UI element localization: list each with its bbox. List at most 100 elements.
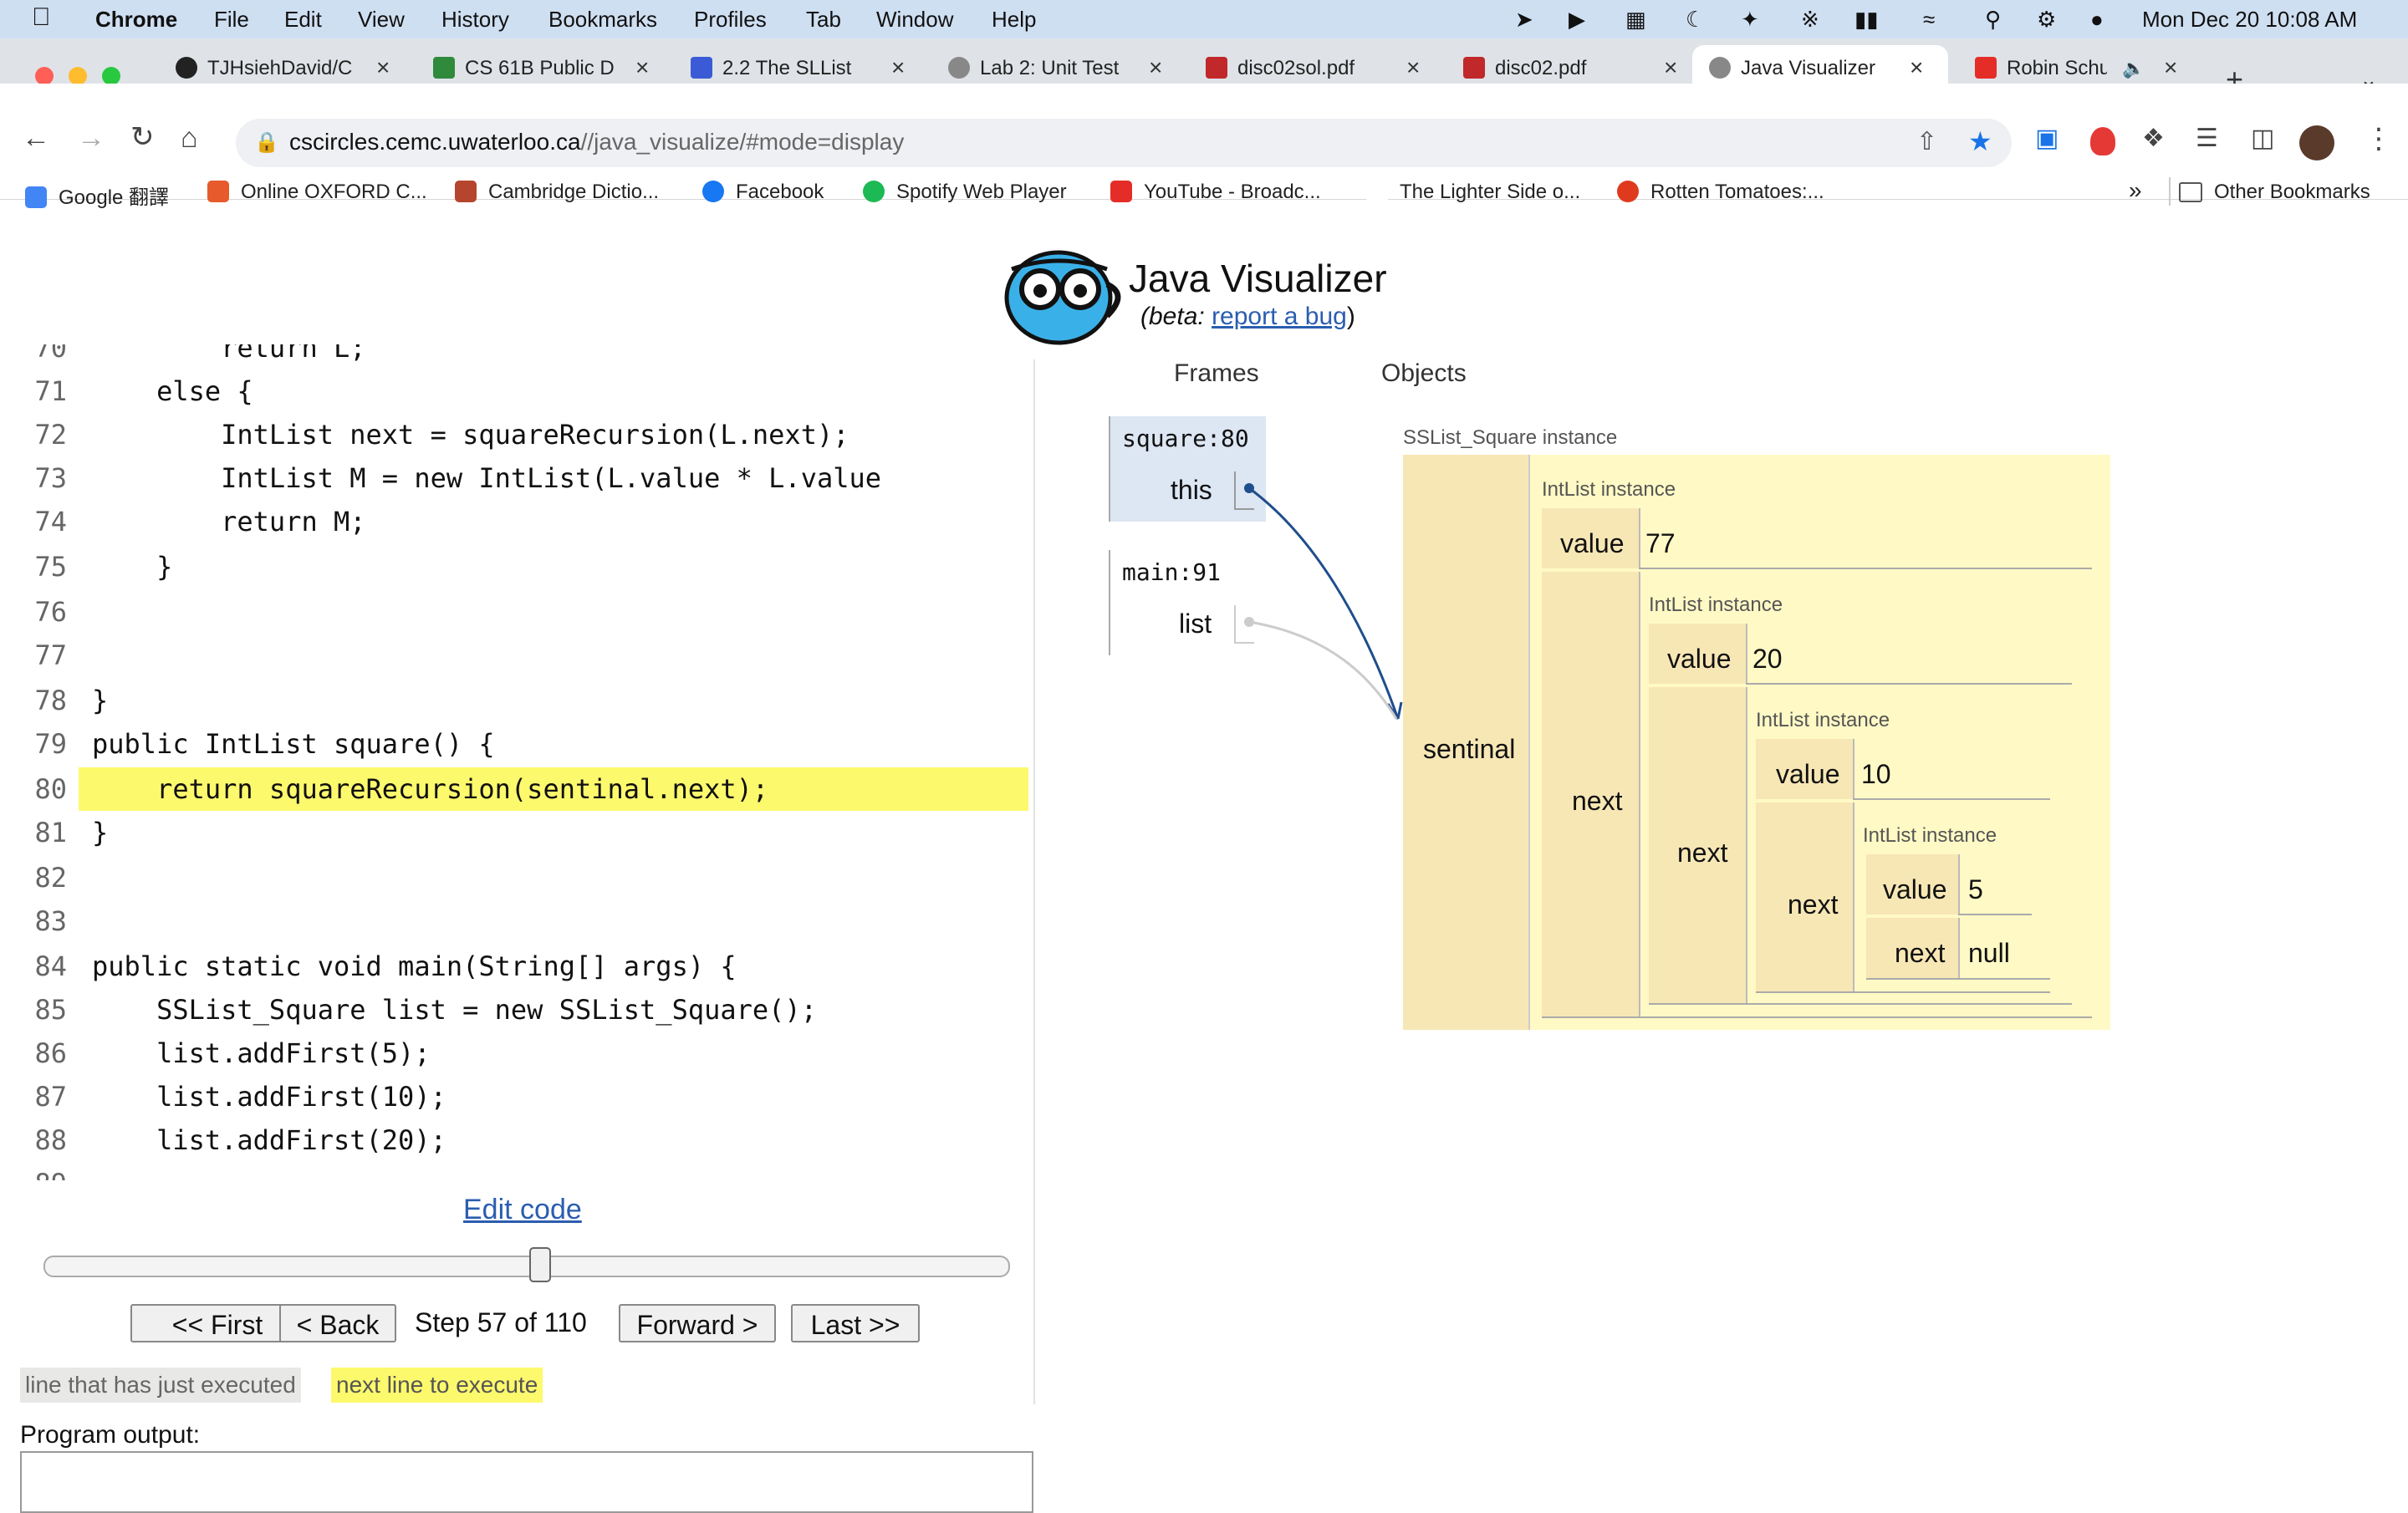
bookmark-cambridge[interactable]: Cambridge Dictio... [455,181,659,204]
tab-cs61b[interactable]: CS 61B Public D × [416,48,659,85]
back-step-button[interactable]: < Back [279,1304,396,1342]
beta-note: (beta: report a bug) [1140,303,1355,331]
tab-youtube[interactable]: Robin Schul 🔈 × [1958,48,2201,85]
location-icon[interactable]: ➤ [1515,7,1533,33]
siri-icon[interactable]: ● [2090,7,2104,33]
tab-close-icon[interactable]: × [1149,54,1162,81]
lock-icon[interactable]: 🔒 [254,130,279,155]
spotlight-search-icon[interactable]: ⚲ [1985,7,2001,33]
tab-close-icon[interactable]: × [2164,54,2177,81]
address-text[interactable]: cscircles.cemc.uwaterloo.ca//java_visual… [289,129,904,155]
tab-close-icon[interactable]: × [891,54,905,81]
bookmark-rotten-tomatoes[interactable]: Rotten Tomatoes:... [1617,181,1824,204]
tab-close-icon[interactable]: × [1664,54,1677,81]
moon-icon[interactable]: ☾ [1686,7,1705,33]
bookmark-google-translate[interactable]: Google 翻譯 [25,181,169,210]
share-icon[interactable]: ⇧ [1916,127,1937,156]
tab-lab2[interactable]: Lab 2: Unit Test × [931,48,1174,85]
window-minimize-icon[interactable] [69,67,87,85]
menu-bookmarks[interactable]: Bookmarks [548,7,657,33]
wifi-icon[interactable]: ≈ [1923,7,1935,33]
objects-label: Objects [1381,359,1467,387]
code-line: 76 [34,596,67,628]
tab-close-icon[interactable]: × [1910,54,1923,81]
tab-title: disc02sol.pdf [1237,57,1355,79]
tab-disc02[interactable]: disc02.pdf × [1446,48,1689,85]
forward-step-button[interactable]: Forward > [619,1304,776,1342]
other-bookmarks[interactable]: Other Bookmarks [2179,181,2370,204]
extensions-puzzle-icon[interactable]: ❖ [2142,124,2165,153]
tab-close-icon[interactable]: × [635,54,649,81]
next-field-label: next [1572,786,1623,816]
bookmarks-overflow-chevron[interactable]: » [2129,177,2142,204]
menubar-clock[interactable]: Mon Dec 20 10:08 AM [2142,7,2357,33]
globe-icon [1709,57,1731,79]
forward-arrow-icon[interactable]: → [77,122,105,155]
menu-view[interactable]: View [358,7,405,33]
edit-code-link[interactable]: Edit code [463,1194,582,1226]
bluetooth-icon[interactable]: ※ [1801,7,1819,33]
bookmark-label: Spotify Web Player [896,181,1067,203]
last-step-button[interactable]: Last >> [791,1304,920,1342]
chrome-menu-icon[interactable]: ⋮ [2365,122,2393,155]
sentinal-field-name: sentinal [1423,734,1516,764]
folder-icon [2179,182,2202,202]
next-field-label: next [1788,889,1839,920]
bookmark-star-icon[interactable]: ★ [1968,125,1992,157]
home-icon[interactable]: ⌂ [181,122,198,155]
back-arrow-icon[interactable]: ← [22,122,50,155]
tab-java-visualizer[interactable]: Java Visualizer × [1692,45,1948,84]
report-bug-link[interactable]: report a bug [1212,303,1347,330]
battery-icon[interactable]: ▮▮ [1854,7,1879,33]
menu-tab[interactable]: Tab [806,7,841,33]
menu-file[interactable]: File [214,7,249,33]
value-field-label: value [1776,759,1840,789]
menu-edit[interactable]: Edit [284,7,322,33]
window-zoom-icon[interactable] [102,67,120,85]
adblock-icon[interactable] [2090,127,2115,155]
media-control-icon[interactable]: ☰ [2196,124,2218,153]
tab-disc02sol[interactable]: disc02sol.pdf × [1189,48,1431,85]
menu-history[interactable]: History [441,7,509,33]
tab-close-icon[interactable]: × [376,54,390,81]
profile-avatar[interactable] [2299,125,2334,160]
code-line: 78} [34,685,109,716]
bookmark-facebook[interactable]: Facebook [702,181,824,204]
menu-help[interactable]: Help [992,7,1036,33]
menu-app-name[interactable]: Chrome [95,7,177,33]
play-circle-icon[interactable]: ▶ [1569,7,1585,33]
extension-status-icon[interactable]: ✦ [1741,7,1759,33]
step-slider-thumb[interactable] [528,1247,551,1282]
frame-var-list: list [1179,609,1212,639]
tab-close-icon[interactable]: × [1406,54,1420,81]
apple-icon[interactable]:  [32,3,51,32]
input-method-icon[interactable]: ▦ [1625,7,1646,33]
menu-window[interactable]: Window [876,7,953,33]
tab-title: Java Visualizer [1741,57,1875,79]
bookmark-label: Facebook [736,181,824,203]
panel-divider [1033,359,1035,1404]
extension-lock-icon[interactable]: ▣ [2035,124,2059,153]
page-title: Java Visualizer [1129,257,1387,300]
bookmark-lighter-side[interactable]: The Lighter Side o... [1366,181,1580,204]
menu-profiles[interactable]: Profiles [694,7,767,33]
tab-github[interactable]: TJHsiehDavid/C × [159,48,401,85]
step-slider-track[interactable] [43,1256,1010,1277]
bookmark-spotify[interactable]: Spotify Web Player [863,181,1067,204]
legend-executed: line that has just executed [20,1368,301,1403]
tab-sllist[interactable]: 2.2 The SLList × [674,48,916,85]
bookmark-oxford[interactable]: Online OXFORD C... [207,181,427,204]
reload-icon[interactable]: ↻ [130,120,155,154]
field-underline [1866,978,2050,980]
translate-icon [25,186,47,208]
side-panel-icon[interactable]: ◫ [2251,124,2274,153]
window-close-icon[interactable] [35,67,54,85]
address-bar[interactable]: 🔒 cscircles.cemc.uwaterloo.ca//java_visu… [236,119,2012,167]
code-viewer[interactable]: 70 return L; 71 else { 72 IntList next =… [0,344,1030,1180]
speaker-icon[interactable]: 🔈 [2122,58,2145,79]
first-step-button[interactable]: << First [130,1304,304,1342]
bookmark-youtube[interactable]: YouTube - Broadc... [1110,181,1321,204]
sslist-instance-label: SSList_Square instance [1403,426,1618,449]
control-center-icon[interactable]: ⚙ [2037,7,2056,33]
bookmarks-divider [2169,177,2171,206]
